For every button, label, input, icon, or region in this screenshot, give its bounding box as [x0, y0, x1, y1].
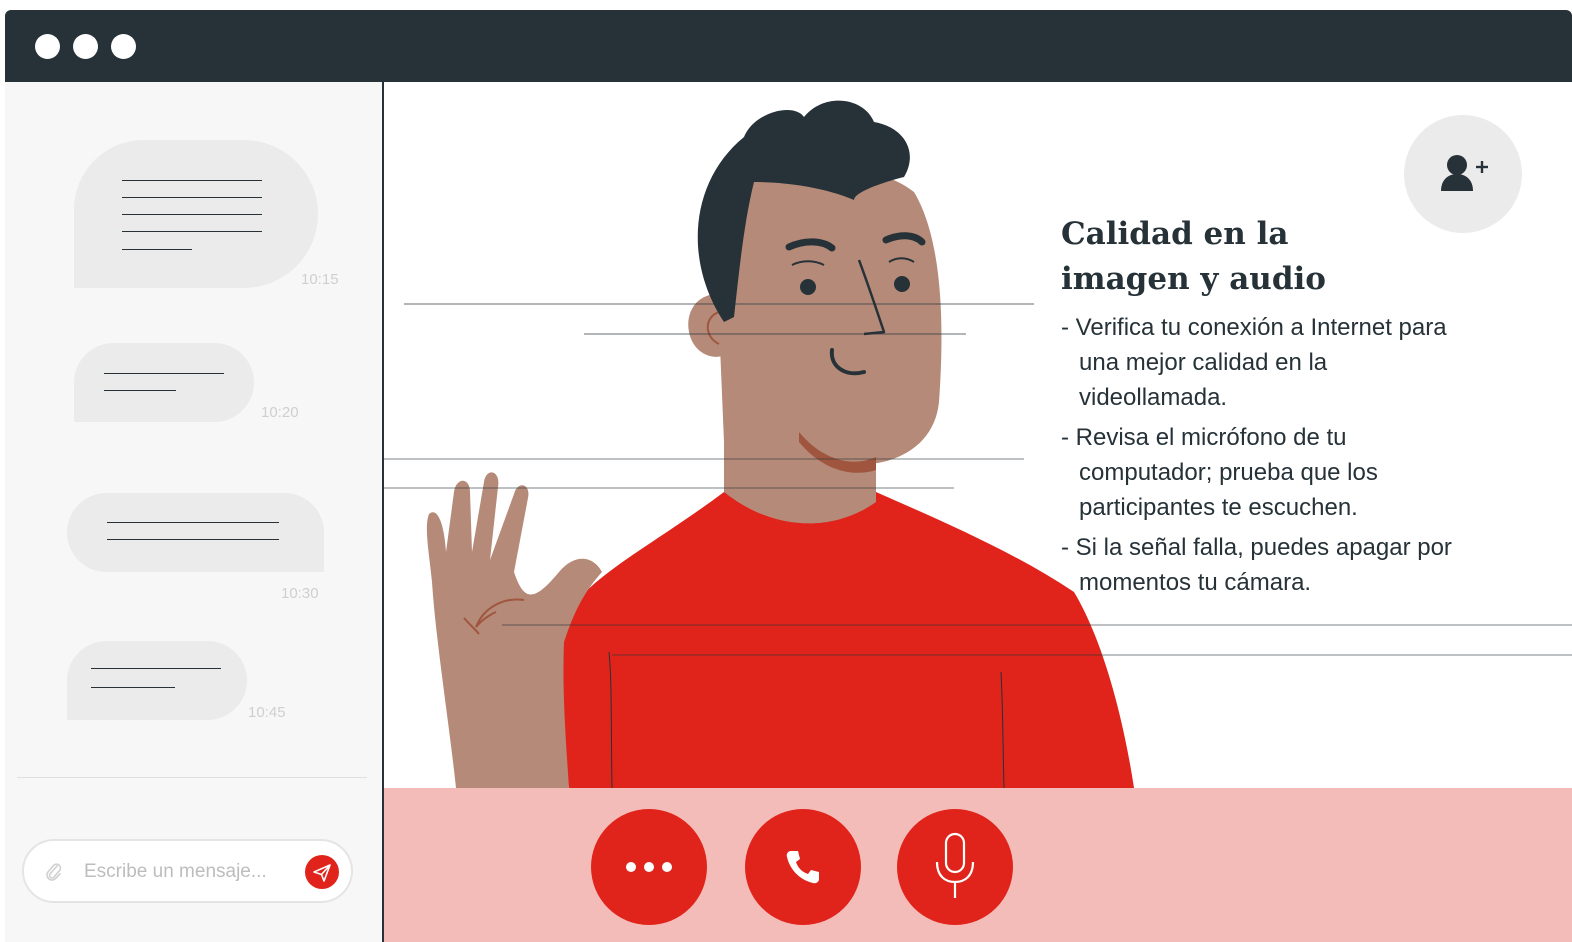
- message-time: 10:45: [248, 704, 286, 721]
- window-dot-icon[interactable]: [111, 34, 136, 59]
- more-options-button[interactable]: [591, 809, 707, 925]
- microphone-button[interactable]: [897, 809, 1013, 925]
- message-time: 10:20: [261, 404, 299, 421]
- call-controls-bar: [384, 788, 1572, 942]
- message-time: 10:30: [281, 585, 319, 602]
- window-dot-icon[interactable]: [35, 34, 60, 59]
- chat-message[interactable]: [74, 343, 254, 422]
- title-bar: [5, 10, 1572, 82]
- send-button[interactable]: [305, 855, 339, 889]
- chat-message[interactable]: [74, 140, 318, 288]
- divider: [17, 777, 367, 778]
- tip-title: Calidad en la imagen y audio: [1061, 212, 1481, 302]
- message-input[interactable]: Escribe un mensaje...: [84, 861, 267, 883]
- tip-panel: Calidad en la imagen y audio Verifica tu…: [1061, 212, 1481, 605]
- chat-message[interactable]: [67, 493, 324, 572]
- video-area: Calidad en la imagen y audio Verifica tu…: [384, 82, 1572, 942]
- chat-sidebar: 10:15 10:20 10:30 10:45 Escribe un mensa…: [5, 82, 384, 942]
- chat-message[interactable]: [67, 641, 247, 720]
- video-call-window: 10:15 10:20 10:30 10:45 Escribe un mensa…: [5, 10, 1572, 942]
- tip-title-line: Calidad en la: [1061, 216, 1289, 252]
- call-button[interactable]: [745, 809, 861, 925]
- paperclip-icon[interactable]: [44, 861, 64, 883]
- message-time: 10:15: [301, 271, 339, 288]
- window-dot-icon[interactable]: [73, 34, 98, 59]
- tip-item: Revisa el micrófono de tu computador; pr…: [1061, 420, 1481, 525]
- send-icon: [313, 864, 331, 882]
- tip-list: Verifica tu conexión a Internet para una…: [1061, 310, 1481, 600]
- more-icon: [626, 862, 672, 872]
- tip-item: Si la señal falla, puedes apagar por mom…: [1061, 530, 1481, 600]
- message-composer[interactable]: Escribe un mensaje...: [22, 839, 353, 903]
- phone-icon: [786, 851, 819, 884]
- tip-title-line: imagen y audio: [1061, 261, 1326, 297]
- tip-item: Verifica tu conexión a Internet para una…: [1061, 310, 1481, 415]
- microphone-icon: [935, 832, 975, 898]
